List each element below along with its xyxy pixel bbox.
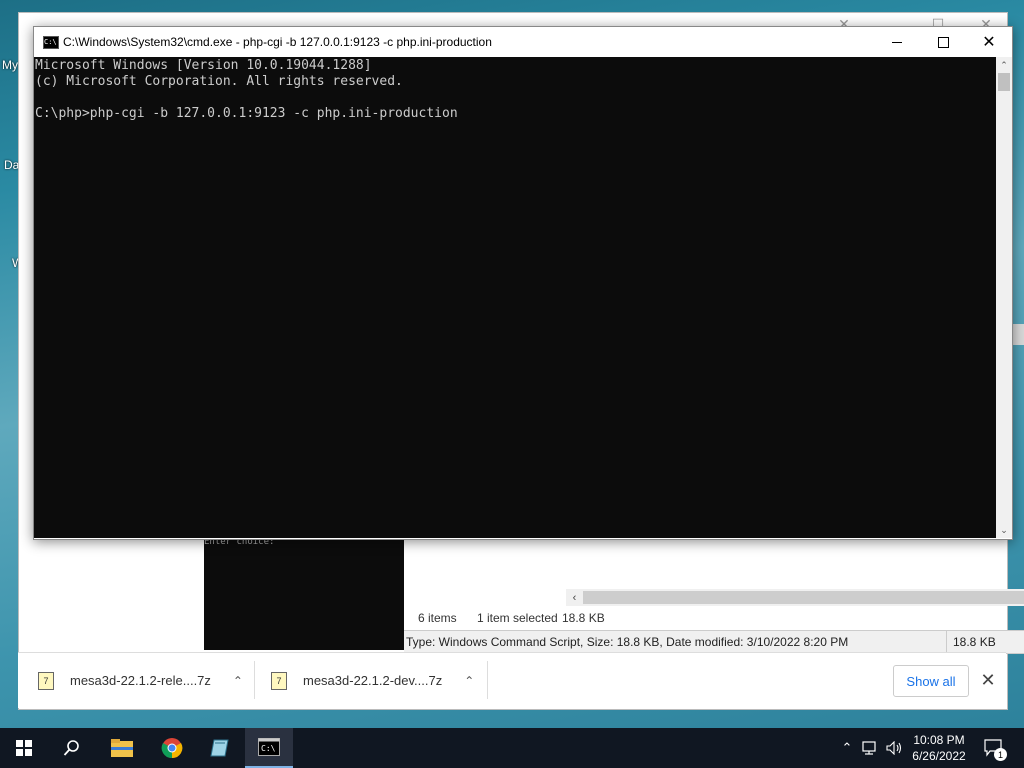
close-button[interactable]: ✕ — [966, 27, 1012, 57]
file-explorer-button[interactable] — [98, 728, 146, 768]
show-all-button[interactable]: Show all — [893, 665, 969, 697]
console-scrollbar[interactable]: ⌃ ⌄ — [996, 57, 1012, 538]
explorer-details-bar: Type: Windows Command Script, Size: 18.8… — [404, 630, 1024, 654]
taskbar: C:\ ⌃ 10:08 PM 6/26/2022 1 — [0, 728, 1024, 768]
speaker-icon — [886, 741, 902, 755]
download-filename: mesa3d-22.1.2-rele....7z — [70, 673, 211, 688]
window-title: C:\Windows\System32\cmd.exe - php-cgi -b… — [63, 35, 492, 49]
cmd-title-bar[interactable]: C:\ C:\Windows\System32\cmd.exe - php-cg… — [34, 27, 1012, 57]
file-details-text: Type: Windows Command Script, Size: 18.8… — [406, 635, 849, 649]
item-count: 6 items — [418, 611, 457, 625]
cmd-window[interactable]: C:\ C:\Windows\System32\cmd.exe - php-cg… — [33, 26, 1013, 540]
system-clock[interactable]: 10:08 PM 6/26/2022 — [906, 732, 972, 764]
scroll-left-icon[interactable]: ‹ — [566, 589, 583, 606]
scroll-thumb[interactable] — [998, 73, 1010, 91]
app-icon — [210, 739, 229, 757]
desktop-icon-label[interactable]: My — [2, 58, 18, 72]
console-line: Microsoft Windows [Version 10.0.19044.12… — [35, 58, 372, 73]
chevron-up-icon[interactable]: ⌃ — [464, 674, 478, 688]
close-icon: ✕ — [982, 34, 996, 51]
notification-center-button[interactable]: 1 — [980, 728, 1008, 768]
minimize-icon — [892, 41, 902, 43]
chevron-up-icon[interactable]: ⌃ — [838, 728, 856, 768]
download-bar: 7 mesa3d-22.1.2-rele....7z ⌃ 7 mesa3d-22… — [18, 652, 1006, 708]
chrome-icon — [161, 738, 183, 759]
scroll-up-icon[interactable]: ⌃ — [996, 57, 1012, 73]
clock-time: 10:08 PM — [913, 733, 965, 747]
maximize-icon — [937, 36, 949, 48]
download-filename: mesa3d-22.1.2-dev....7z — [303, 673, 443, 688]
explorer-status-bar: 6 items 1 item selected 18.8 KB — [406, 608, 1024, 630]
notification-badge: 1 — [994, 748, 1007, 761]
maximize-button[interactable] — [920, 27, 966, 57]
download-item[interactable]: 7 mesa3d-22.1.2-rele....7z ⌃ — [18, 653, 254, 708]
cmd-taskbar-button[interactable]: C:\ — [245, 728, 293, 768]
search-icon — [63, 740, 79, 756]
windows-start-button[interactable] — [0, 728, 48, 768]
clock-date: 6/26/2022 — [912, 749, 966, 763]
archive-file-icon: 7 — [271, 671, 287, 690]
console-output[interactable]: Microsoft Windows [Version 10.0.19044.12… — [34, 57, 996, 538]
selection-count: 1 item selected — [477, 611, 558, 625]
background-console[interactable]: Enter choice: — [204, 535, 404, 650]
file-explorer-icon — [111, 739, 133, 757]
archive-file-icon: 7 — [38, 671, 54, 690]
console-line: C:\php>php-cgi -b 127.0.0.1:9123 -c php.… — [35, 106, 458, 121]
file-size-text: 18.8 KB — [953, 635, 996, 649]
cmd-app-icon: C:\ — [43, 36, 59, 49]
cmd-icon: C:\ — [258, 738, 280, 756]
scroll-thumb[interactable] — [583, 591, 1024, 604]
divider — [946, 631, 947, 653]
windows-start-icon — [16, 740, 32, 756]
chrome-button[interactable] — [148, 728, 196, 768]
minimize-button[interactable] — [874, 27, 920, 57]
network-icon[interactable] — [860, 728, 882, 768]
chevron-up-icon[interactable]: ⌃ — [233, 674, 247, 688]
app-button[interactable] — [196, 728, 244, 768]
console-line: (c) Microsoft Corporation. All rights re… — [35, 74, 403, 89]
close-icon[interactable]: ✕ — [976, 665, 1000, 695]
explorer-horizontal-scrollbar[interactable]: ‹ — [566, 589, 1024, 606]
volume-icon[interactable] — [884, 728, 906, 768]
download-item[interactable]: 7 mesa3d-22.1.2-dev....7z ⌃ — [251, 653, 487, 708]
network-icon-glyph — [862, 741, 876, 755]
divider — [487, 661, 488, 699]
svg-text:C:\: C:\ — [261, 744, 276, 753]
search-button[interactable] — [48, 728, 96, 768]
scroll-down-icon[interactable]: ⌄ — [996, 522, 1012, 538]
selection-size: 18.8 KB — [562, 611, 605, 625]
